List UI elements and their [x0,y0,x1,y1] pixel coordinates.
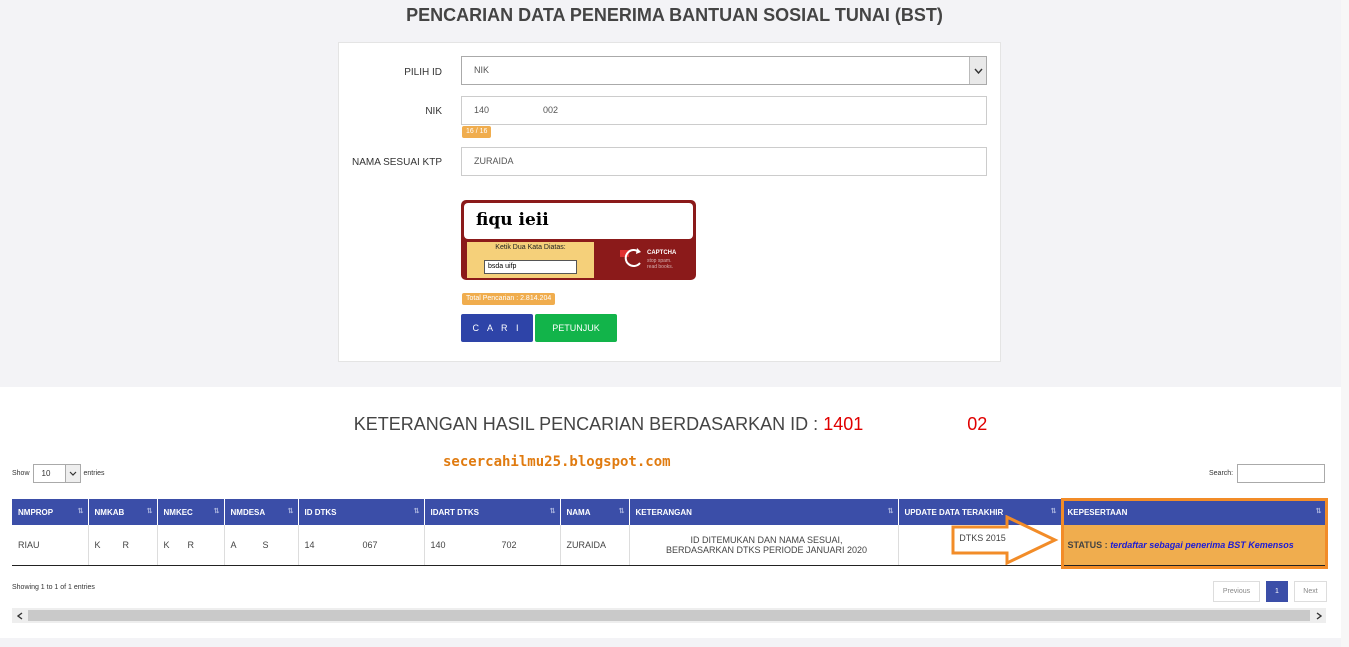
col-nmprop[interactable]: NMPROP ⇅ [12,499,89,525]
col-label: NMKEC [163,507,193,517]
nik-counter-badge: 16 / 16 [462,126,492,138]
captcha-input[interactable]: bsda uifp [484,260,577,274]
captcha-entry: Ketik Dua Kata Diatas: bsda uifp [467,242,594,278]
cell-part: S [262,539,269,550]
nik-suffix: 002 [543,105,559,115]
keterangan-line-1: ID DITEMUKAN DAN NAMA SESUAI, [690,534,843,545]
cell-part: 067 [362,539,378,550]
nama-input[interactable]: ZURAIDA [461,147,987,176]
col-nama[interactable]: NAMA ⇅ [560,499,630,525]
col-id-dtks[interactable]: ID DTKS ⇅ [298,499,425,525]
sort-icon: ⇅ [77,508,84,515]
nik-label: NIK [425,106,442,117]
sort-icon: ⇅ [549,508,556,515]
chevron-left-icon [16,611,22,620]
scroll-right-button[interactable] [1311,608,1326,623]
col-label: NMDESA [230,507,266,517]
col-label: NAMA [566,507,591,517]
len-arrow [64,465,80,482]
scroll-left-button[interactable] [12,608,27,623]
entries-length-value: 10 [41,469,51,478]
keterangan-line-2: BERDASARKAN DTKS PERIODE JANUARI 2020 [665,544,868,555]
recaptcha-tagline: stop spam. read books. [647,258,673,270]
pilih-id-value: NIK [474,65,490,75]
blog-watermark: secercahilmu25.blogspot.com [443,454,671,470]
arrow-right-icon [951,515,1059,565]
results-panel: KETERANGAN HASIL PENCARIAN BERDASARKAN I… [0,387,1341,638]
sort-icon: ⇅ [146,508,153,515]
col-label: NMPROP [18,507,54,517]
captcha-prompt: Ketik Dua Kata Diatas: [495,244,566,251]
results-title: KETERANGAN HASIL PENCARIAN BERDASARKAN I… [0,414,1341,435]
col-nmkec[interactable]: NMKEC ⇅ [157,499,225,525]
col-nmdesa[interactable]: NMDESA ⇅ [224,499,299,525]
col-label: KETERANGAN [635,507,692,517]
recaptcha-logo: CAPTCHA stop spam. read books. [619,244,693,274]
search-form-card: PILIH ID NIK NIK 140 002 16 / 16 NAMA SES… [338,42,1001,362]
cell-part: 14 [304,539,315,550]
chevron-down-icon [973,68,983,74]
cell-idart-dtks: 140 702 [424,525,561,566]
search-input[interactable] [1237,464,1326,483]
cell-nmkec: KR [157,525,225,566]
page-title: PENCARIAN DATA PENERIMA BANTUAN SOSIAL T… [406,5,943,25]
results-id-suffix: 02 [967,414,988,434]
recaptcha-tag-2: read books. [647,264,674,270]
petunjuk-button[interactable]: PETUNJUK [535,314,617,342]
scroll-thumb[interactable] [28,610,1310,621]
chevron-down-icon [69,471,76,476]
cell-part: 140 [430,539,446,550]
vertical-scrollbar[interactable] [1341,0,1349,647]
nik-input[interactable]: 140 002 [461,96,987,125]
table-search: Search: [1209,464,1326,483]
cell-part: R [122,539,130,550]
horizontal-scrollbar[interactable] [12,608,1326,623]
captcha-widget: fiqu ieii Ketik Dua Kata Diatas: bsda ui… [461,200,696,280]
status-highlight-box [1061,498,1328,569]
sort-icon: ⇅ [887,508,894,515]
cell-part: R [187,539,195,550]
col-nmkab[interactable]: NMKAB ⇅ [88,499,158,525]
pilih-id-label: PILIH ID [404,67,442,78]
col-keterangan[interactable]: KETERANGAN ⇅ [629,499,899,525]
nik-prefix: 140 [474,105,490,115]
cell-keterangan: ID DITEMUKAN DAN NAMA SESUAI, BERDASARKA… [629,525,899,566]
sort-icon: ⇅ [1050,508,1057,515]
cell-nmprop: RIAU [12,525,89,566]
pagination-previous[interactable]: Previous [1213,581,1260,602]
entries-length-select[interactable]: 10 [32,464,81,483]
sort-icon: ⇅ [213,508,220,515]
pagination-page-1[interactable]: 1 [1266,581,1288,602]
sort-icon: ⇅ [618,508,625,515]
pilih-id-select[interactable]: NIK [461,56,987,85]
select-arrow [969,57,986,84]
cell-nmdesa: AS [224,525,299,566]
table-info: Showing 1 to 1 of 1 entries [12,584,95,591]
sort-icon: ⇅ [287,508,294,515]
cari-button[interactable]: C A R I [461,314,533,342]
total-pencarian-badge: Total Pencarian : 2.814.204 [462,293,556,305]
col-label: IDART DTKS [430,507,479,517]
chevron-right-icon [1316,611,1322,620]
cell-nmkab: KR [88,525,158,566]
cell-part: 702 [501,539,517,550]
sort-icon: ⇅ [413,508,420,515]
col-idart-dtks[interactable]: IDART DTKS ⇅ [424,499,561,525]
search-label: Search: [1209,470,1234,477]
show-label: Show [12,470,30,477]
cell-id-dtks: 14 067 [298,525,425,566]
recaptcha-brand: CAPTCHA [647,250,677,256]
entries-label: entries [83,470,105,477]
nama-label: NAMA SESUAI KTP [351,157,442,168]
results-title-text: KETERANGAN HASIL PENCARIAN BERDASARKAN I… [353,414,819,434]
cell-nama: ZURAIDA [560,525,630,566]
show-entries: Show 10 entries [12,464,105,483]
col-label: ID DTKS [304,507,337,517]
col-label: NMKAB [94,507,125,517]
captcha-word: fiqu ieii [464,203,693,239]
results-id-prefix: 1401 [823,414,864,434]
refresh-icon[interactable] [619,244,645,272]
pagination-next[interactable]: Next [1294,581,1327,602]
